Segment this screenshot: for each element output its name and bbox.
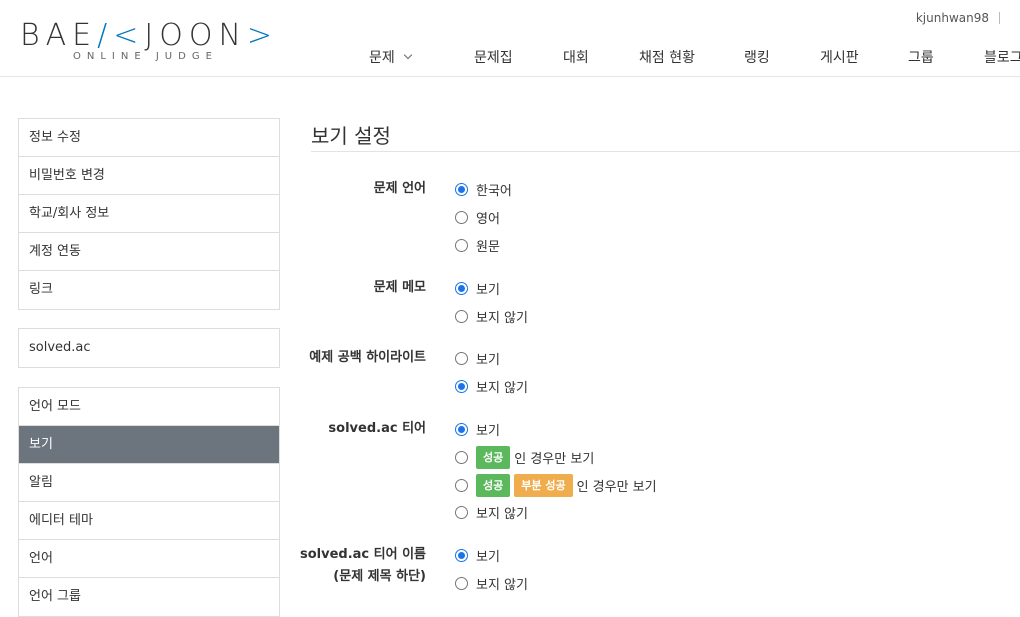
nav-workbook-label: 문제집 <box>474 50 513 66</box>
option-label: 원문 <box>476 239 500 255</box>
header-separator <box>999 12 1000 24</box>
success-badge: 성공 <box>476 473 511 497</box>
radio-solvedac-tier-success-only[interactable]: 성공 인 경우만 보기 <box>455 445 595 469</box>
radio-problem-memo-hide[interactable]: 보지 않기 <box>455 306 528 326</box>
radio-unchecked-icon[interactable] <box>455 576 468 590</box>
sidebar-item-change-password[interactable]: 비밀번호 변경 <box>19 157 279 195</box>
sidebar-item-links[interactable]: 링크 <box>19 271 279 309</box>
sidebar-settings-group: 언어 모드 보기 알림 에디터 테마 언어 언어 그룹 <box>18 387 280 617</box>
success-badge: 성공 <box>476 445 511 469</box>
radio-problem-language-korean[interactable]: 한국어 <box>455 179 512 199</box>
radio-whitespace-highlight-show[interactable]: 보기 <box>455 348 500 368</box>
logo-text-right: JOON <box>144 18 247 53</box>
sidebar-item-account-link[interactable]: 계정 연동 <box>19 233 279 271</box>
option-label: 보지 않기 <box>476 310 528 326</box>
logo-text-left: BAE <box>20 18 98 53</box>
sidebar-item-school-company[interactable]: 학교/회사 정보 <box>19 195 279 233</box>
radio-unchecked-icon[interactable] <box>455 505 468 519</box>
main-nav: 문제 문제집 대회 채점 현황 랭킹 게시판 그룹 블로그 <box>340 46 1020 68</box>
sidebar-account-group: 정보 수정 비밀번호 변경 학교/회사 정보 계정 연동 링크 <box>18 118 280 310</box>
option-label: 한국어 <box>476 183 512 199</box>
sidebar-item-solvedac[interactable]: solved.ac <box>19 329 279 367</box>
radio-checked-icon[interactable] <box>455 281 468 295</box>
chevron-down-icon <box>403 50 413 60</box>
nav-ranking-label: 랭킹 <box>744 50 770 66</box>
partial-success-badge: 부분 성공 <box>514 473 573 497</box>
top-header: BAE/<JOON> ONLINE JUDGE kjunhwan98 문제 문제… <box>0 0 1020 77</box>
username-link[interactable]: kjunhwan98 <box>916 11 989 25</box>
radio-problem-language-original[interactable]: 원문 <box>455 235 500 255</box>
sidebar-item-language-group[interactable]: 언어 그룹 <box>19 578 279 616</box>
nav-problems[interactable]: 문제 <box>369 46 397 68</box>
radio-solvedac-tier-name-hide[interactable]: 보지 않기 <box>455 573 528 593</box>
label-solvedac-tier-name-sub: (문제 제목 하단) <box>333 569 426 584</box>
option-label: 보지 않기 <box>476 506 528 522</box>
page-title: 보기 설정 <box>311 124 391 148</box>
radio-unchecked-icon[interactable] <box>455 351 468 365</box>
option-label: 보지 않기 <box>476 380 528 396</box>
sidebar-item-language-mode[interactable]: 언어 모드 <box>19 388 279 426</box>
option-label: 영어 <box>476 211 500 227</box>
radio-solvedac-tier-hide[interactable]: 보지 않기 <box>455 502 528 522</box>
nav-problems-dropdown[interactable] <box>397 46 447 68</box>
nav-blog[interactable]: 블로그 <box>984 46 1020 68</box>
radio-problem-memo-show[interactable]: 보기 <box>455 278 500 298</box>
logo-subtitle: ONLINE JUDGE <box>73 51 218 62</box>
nav-workbook[interactable]: 문제집 <box>474 46 563 68</box>
radio-checked-icon[interactable] <box>455 379 468 393</box>
user-area: kjunhwan98 <box>916 11 1000 25</box>
radio-unchecked-icon[interactable] <box>455 309 468 323</box>
sidebar-item-editor-theme[interactable]: 에디터 테마 <box>19 502 279 540</box>
nav-blog-label: 블로그 <box>984 50 1020 66</box>
nav-contest-label: 대회 <box>563 50 589 66</box>
option-label: 인 경우만 보기 <box>576 479 657 495</box>
option-label: 보지 않기 <box>476 577 528 593</box>
sidebar-item-language[interactable]: 언어 <box>19 540 279 578</box>
radio-unchecked-icon[interactable] <box>455 238 468 252</box>
option-label: 보기 <box>476 549 500 565</box>
option-label: 인 경우만 보기 <box>514 451 595 467</box>
sidebar-item-edit-info[interactable]: 정보 수정 <box>19 119 279 157</box>
radio-solvedac-tier-name-show[interactable]: 보기 <box>455 545 500 565</box>
radio-problem-language-english[interactable]: 영어 <box>455 207 500 227</box>
nav-status[interactable]: 채점 현황 <box>639 46 744 68</box>
nav-status-label: 채점 현황 <box>639 50 695 66</box>
radio-checked-icon[interactable] <box>455 548 468 562</box>
sidebar-solvedac-group: solved.ac <box>18 328 280 368</box>
option-label: 보기 <box>476 282 500 298</box>
logo-accent-close: > <box>246 18 279 53</box>
nav-problems-label: 문제 <box>369 50 395 66</box>
title-divider <box>311 151 1020 152</box>
radio-solvedac-tier-show[interactable]: 보기 <box>455 419 500 439</box>
nav-ranking[interactable]: 랭킹 <box>744 46 820 68</box>
sidebar-item-notifications[interactable]: 알림 <box>19 464 279 502</box>
logo-accent-open: /< <box>97 18 145 53</box>
nav-board[interactable]: 게시판 <box>820 46 908 68</box>
option-label: 보기 <box>476 423 500 439</box>
radio-solvedac-tier-success-partial[interactable]: 성공 부분 성공 인 경우만 보기 <box>455 473 657 497</box>
radio-whitespace-highlight-hide[interactable]: 보지 않기 <box>455 376 528 396</box>
label-whitespace-highlight: 예제 공백 하이라이트 <box>309 350 426 365</box>
site-logo[interactable]: BAE/<JOON> ONLINE JUDGE <box>20 18 272 68</box>
label-problem-memo: 문제 메모 <box>373 280 426 295</box>
radio-unchecked-icon[interactable] <box>455 210 468 224</box>
label-solvedac-tier-name: solved.ac 티어 이름 <box>299 547 426 562</box>
nav-contest[interactable]: 대회 <box>563 46 639 68</box>
logo-wordmark: BAE/<JOON> <box>20 18 278 53</box>
label-problem-language: 문제 언어 <box>373 181 426 196</box>
nav-board-label: 게시판 <box>820 50 859 66</box>
radio-checked-icon[interactable] <box>455 422 468 436</box>
radio-checked-icon[interactable] <box>455 182 468 196</box>
radio-unchecked-icon[interactable] <box>455 478 468 492</box>
label-solvedac-tier: solved.ac 티어 <box>328 421 426 436</box>
radio-unchecked-icon[interactable] <box>455 450 468 464</box>
option-label: 보기 <box>476 352 500 368</box>
nav-group[interactable]: 그룹 <box>908 46 984 68</box>
sidebar-item-view[interactable]: 보기 <box>19 426 279 464</box>
nav-group-label: 그룹 <box>908 50 934 66</box>
